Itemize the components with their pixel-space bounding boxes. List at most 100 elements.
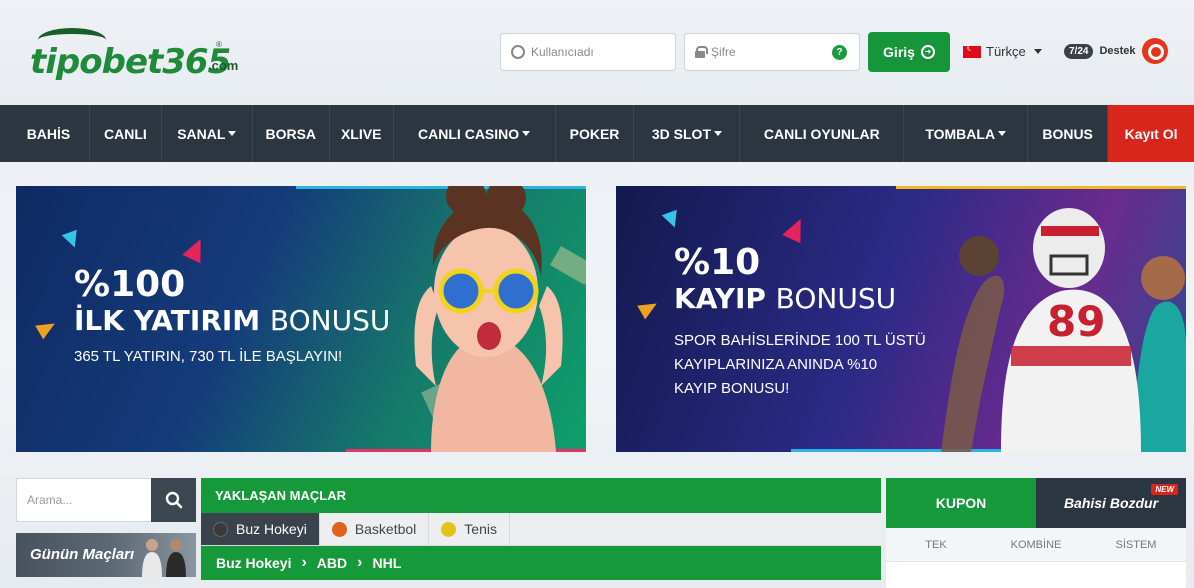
logo-text: tipobet365 bbox=[30, 42, 231, 82]
bet-type-sistem[interactable]: SİSTEM bbox=[1086, 528, 1186, 561]
nav-label: CANLI bbox=[104, 125, 147, 142]
main-nav: BAHİS CANLI SANAL BORSA XLIVE CANLI CASI… bbox=[0, 105, 1194, 162]
language-selector[interactable]: Türkçe bbox=[963, 43, 1042, 59]
decor-triangle-icon bbox=[661, 209, 683, 231]
bonus-percent: %10 bbox=[674, 242, 761, 283]
password-field-wrapper: ? bbox=[684, 33, 860, 71]
nav-item-sanal[interactable]: SANAL bbox=[162, 105, 253, 162]
bonus-title-light: BONUSU bbox=[269, 304, 391, 337]
bonus-line-3: KAYIP BONUSU! bbox=[674, 380, 790, 397]
bet-type-tabs: TEK KOMBİNE SİSTEM bbox=[886, 528, 1186, 562]
lifebuoy-icon bbox=[1141, 38, 1168, 64]
nav-item-bahis[interactable]: BAHİS bbox=[8, 105, 90, 162]
logo-registered: ® bbox=[216, 40, 222, 49]
tab-label: KUPON bbox=[935, 495, 987, 511]
nav-item-canli-casino[interactable]: CANLI CASINO bbox=[394, 105, 556, 162]
nav-label: TOMBALA bbox=[925, 125, 996, 142]
chevron-down-icon bbox=[714, 131, 722, 136]
nav-item-bonus[interactable]: BONUS bbox=[1028, 105, 1109, 162]
tab-label: Basketbol bbox=[354, 521, 417, 537]
bonus-title: İLK YATIRIM BONUSU bbox=[74, 304, 390, 337]
bonus-line-2: KAYIPLARINIZA ANINDA %10 bbox=[674, 356, 878, 373]
players-image bbox=[142, 539, 186, 577]
todays-matches-banner[interactable]: Günün Maçları bbox=[16, 533, 196, 577]
nav-label: SANAL bbox=[177, 125, 226, 142]
tab-tenis[interactable]: Tenis bbox=[429, 513, 510, 545]
support-button[interactable]: 7/24 Destek bbox=[1064, 38, 1168, 64]
breadcrumb-league[interactable]: NHL bbox=[372, 555, 401, 571]
nav-label: BONUS bbox=[1042, 125, 1093, 142]
chevron-down-icon bbox=[522, 131, 531, 136]
user-icon bbox=[511, 45, 525, 59]
site-logo[interactable]: tipobet365 ® .com bbox=[30, 28, 240, 82]
tab-basketbol[interactable]: Basketbol bbox=[320, 513, 430, 545]
nav-item-canli-oyunlar[interactable]: CANLI OYUNLAR bbox=[740, 105, 905, 162]
nav-item-xlive[interactable]: XLIVE bbox=[330, 105, 394, 162]
tab-label: Buz Hokeyi bbox=[236, 521, 307, 537]
league-breadcrumb: Buz Hokeyi › ABD › NHL bbox=[201, 546, 881, 580]
bet-type-kombine[interactable]: KOMBİNE bbox=[986, 528, 1086, 561]
password-input[interactable] bbox=[711, 45, 831, 59]
new-badge: NEW bbox=[1151, 484, 1178, 495]
arrow-right-icon: ➜ bbox=[920, 45, 935, 59]
search-button[interactable] bbox=[151, 478, 196, 522]
athletes-image: 89 bbox=[941, 208, 1186, 452]
login-label: Giriş bbox=[883, 44, 915, 60]
username-input[interactable] bbox=[531, 45, 651, 59]
upcoming-matches-panel: YAKLAŞAN MAÇLAR Buz Hokeyi Basketbol Ten… bbox=[201, 478, 881, 588]
language-label: Türkçe bbox=[986, 44, 1026, 59]
nav-label: CANLI OYUNLAR bbox=[763, 125, 880, 142]
chevron-down-icon bbox=[1033, 49, 1042, 54]
tab-label: Bahisi Bozdur bbox=[1063, 495, 1159, 511]
nav-label: POKER bbox=[569, 125, 620, 142]
logo-suffix: .com bbox=[208, 58, 239, 73]
chevron-down-icon bbox=[998, 131, 1007, 136]
bet-type-tek[interactable]: TEK bbox=[886, 528, 986, 561]
help-icon[interactable]: ? bbox=[832, 45, 847, 60]
nav-item-borsa[interactable]: BORSA bbox=[253, 105, 330, 162]
bonus-subtitle: 365 TL YATIRIN, 730 TL İLE BAŞLAYIN! bbox=[74, 348, 343, 365]
loss-bonus-banner[interactable]: %10 KAYIP BONUSU SPOR BAHİSLERİNDE 100 T… bbox=[616, 186, 1186, 452]
nav-label: 3D SLOT bbox=[651, 125, 711, 142]
bet-slip-tabs: KUPON Bahisi Bozdur NEW bbox=[886, 478, 1186, 528]
nav-item-poker[interactable]: POKER bbox=[556, 105, 635, 162]
lock-icon bbox=[695, 46, 708, 58]
tab-kupon[interactable]: KUPON bbox=[886, 478, 1036, 528]
tab-buz-hokeyi[interactable]: Buz Hokeyi bbox=[201, 513, 320, 545]
tennis-ball-icon bbox=[441, 521, 457, 537]
turkey-flag-icon bbox=[963, 43, 981, 58]
breadcrumb-sport[interactable]: Buz Hokeyi bbox=[216, 555, 291, 571]
bonus-title-light: BONUSU bbox=[775, 282, 897, 315]
search-icon bbox=[165, 491, 182, 509]
decor-triangle-icon bbox=[35, 316, 59, 340]
decor-triangle-icon bbox=[182, 234, 210, 264]
search-box bbox=[16, 478, 196, 522]
breadcrumb-country[interactable]: ABD bbox=[317, 555, 347, 571]
ice-hockey-puck-icon bbox=[213, 521, 228, 537]
register-button[interactable]: Kayıt Ol bbox=[1108, 105, 1194, 162]
decor-triangle-icon bbox=[782, 214, 810, 244]
login-button[interactable]: Giriş ➜ bbox=[868, 32, 950, 72]
nav-item-canli[interactable]: CANLI bbox=[90, 105, 162, 162]
nav-item-3d-slot[interactable]: 3D SLOT bbox=[634, 105, 741, 162]
register-label: Kayıt Ol bbox=[1124, 125, 1178, 142]
bet-slip-panel: KUPON Bahisi Bozdur NEW TEK KOMBİNE SİST… bbox=[886, 478, 1186, 588]
search-input[interactable] bbox=[16, 478, 151, 522]
chevron-right-icon: › bbox=[301, 554, 307, 571]
todays-matches-label: Günün Maçları bbox=[30, 546, 135, 563]
bonus-title-bold: KAYIP bbox=[674, 282, 766, 315]
upcoming-matches-title: YAKLAŞAN MAÇLAR bbox=[201, 478, 881, 513]
bonus-percent: %100 bbox=[74, 264, 186, 305]
tab-bahisi-bozdur[interactable]: Bahisi Bozdur NEW bbox=[1036, 478, 1186, 528]
jersey-number: 89 bbox=[1047, 297, 1105, 346]
welcome-bonus-banner[interactable]: %100 İLK YATIRIM BONUSU 365 TL YATIRIN, … bbox=[16, 186, 586, 452]
nav-label: BAHİS bbox=[26, 125, 71, 142]
header: tipobet365 ® .com ? Giriş ➜ Türkçe 7/24 … bbox=[0, 0, 1194, 105]
nav-item-tombala[interactable]: TOMBALA bbox=[904, 105, 1029, 162]
tab-label: Tenis bbox=[464, 521, 497, 537]
decor-triangle-icon bbox=[637, 296, 661, 320]
basketball-icon bbox=[331, 521, 347, 537]
nav-label: XLIVE bbox=[340, 125, 382, 142]
bonus-title-bold: İLK YATIRIM bbox=[74, 304, 261, 337]
sport-tabs: Buz Hokeyi Basketbol Tenis bbox=[201, 513, 881, 546]
